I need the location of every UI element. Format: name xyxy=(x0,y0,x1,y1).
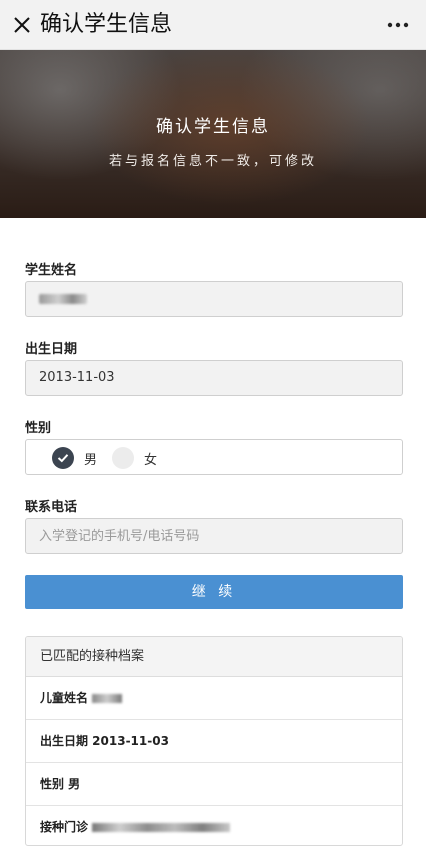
hero-title: 确认学生信息 xyxy=(156,117,270,137)
record-row-name: 儿童姓名 xyxy=(26,677,402,720)
matched-record-card: 已匹配的接种档案 儿童姓名 出生日期 2013-11-03 性别 男 接种门诊 xyxy=(25,636,403,846)
hero-banner: 确认学生信息 若与报名信息不一致，可修改 xyxy=(0,50,426,218)
close-icon[interactable] xyxy=(6,9,38,41)
more-dots-icon[interactable] xyxy=(382,9,414,41)
navigation-bar: 确认学生信息 xyxy=(0,0,426,50)
redacted-clinic-name xyxy=(92,823,231,832)
page-title: 确认学生信息 xyxy=(40,12,173,37)
continue-button[interactable]: 继 续 xyxy=(25,575,403,609)
redacted-name xyxy=(39,294,87,304)
student-name-label: 学生姓名 xyxy=(25,263,78,278)
checkmark-icon xyxy=(57,454,69,463)
hero-subtitle: 若与报名信息不一致，可修改 xyxy=(108,154,317,169)
gender-female-radio[interactable] xyxy=(112,447,134,469)
record-row-gender: 性别 男 xyxy=(26,763,402,806)
phone-label: 联系电话 xyxy=(25,500,78,515)
gender-female-label: 女 xyxy=(144,453,158,468)
phone-input[interactable] xyxy=(25,518,403,554)
gender-selector xyxy=(25,439,403,475)
birth-date-field[interactable]: 2013-11-03 xyxy=(25,360,403,396)
gender-male-label: 男 xyxy=(84,453,98,468)
record-clinic-label: 接种门诊 xyxy=(40,820,89,834)
record-row-clinic: 接种门诊 xyxy=(26,806,402,845)
record-header: 已匹配的接种档案 xyxy=(26,637,402,677)
gender-male-radio[interactable] xyxy=(52,447,74,469)
record-row-birth: 出生日期 2013-11-03 xyxy=(26,720,402,763)
gender-label: 性别 xyxy=(25,421,52,436)
birth-date-label: 出生日期 xyxy=(25,342,78,357)
redacted-child-name xyxy=(92,694,123,703)
student-name-field[interactable] xyxy=(25,281,403,317)
record-name-label: 儿童姓名 xyxy=(40,691,89,705)
